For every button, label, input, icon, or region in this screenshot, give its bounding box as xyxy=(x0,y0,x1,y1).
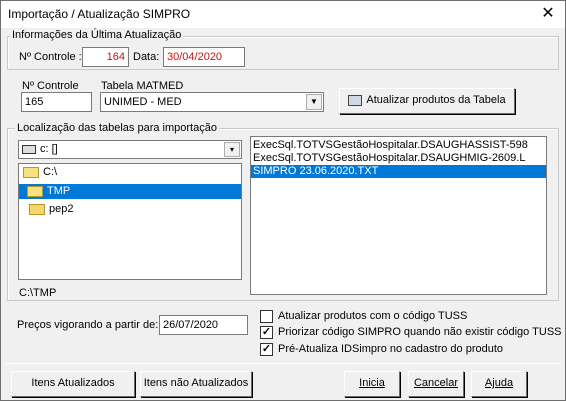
last-data-field: 30/04/2020 xyxy=(163,47,245,67)
file-list[interactable]: ExecSql.TOTVSGestãoHospitalar.DSAUGHASSI… xyxy=(250,136,547,295)
cancelar-label: Cancelar xyxy=(413,377,459,389)
file-item[interactable]: ExecSql.TOTVSGestãoHospitalar.DSAUGHASSI… xyxy=(251,139,546,152)
precos-label: Preços vigorando a partir de: xyxy=(17,319,159,331)
option-priorizar-checkbox[interactable]: ✓ xyxy=(260,326,273,339)
folder-label: pep2 xyxy=(49,203,74,215)
drive-select-value: c: [] xyxy=(40,143,58,155)
tabela-label: Tabela MATMED xyxy=(101,80,184,92)
close-icon[interactable]: ✕ xyxy=(531,1,565,28)
folder-icon xyxy=(29,203,45,215)
update-table-button-label: Atualizar produtos da Tabela xyxy=(366,94,506,106)
title-bar: Importação / Atualização SIMPRO ✕ xyxy=(1,1,565,28)
tabela-select[interactable]: UNIMED - MED ▼ xyxy=(100,92,324,112)
option-preatualiza-checkbox[interactable]: ✓ xyxy=(260,343,273,356)
drive-select[interactable]: c: [] ▾ xyxy=(18,140,242,159)
drive-icon xyxy=(22,144,36,154)
controle-field[interactable]: 165 xyxy=(21,92,92,112)
folder-label: C:\ xyxy=(43,166,58,178)
controle-label: Nº Controle xyxy=(22,80,79,92)
option-priorizar-label: Priorizar código SIMPRO quando não exist… xyxy=(278,326,562,338)
inicia-button[interactable]: Inicia xyxy=(344,371,400,397)
inicia-label: Inicia xyxy=(359,377,385,389)
open-folder-icon xyxy=(23,166,39,178)
chevron-down-icon[interactable]: ▼ xyxy=(306,94,322,110)
itens-nao-atualizados-button[interactable]: Itens não Atualizados xyxy=(140,371,252,397)
open-folder-icon xyxy=(27,185,43,197)
file-item[interactable]: ExecSql.TOTVSGestãoHospitalar.DSAUGHMIG-… xyxy=(251,152,546,165)
folder-tree[interactable]: C:\ TMP pep2 xyxy=(18,163,242,280)
divider xyxy=(5,363,561,364)
last-data-label: Data: xyxy=(133,51,160,63)
itens-atualizados-button[interactable]: Itens Atualizados xyxy=(11,371,135,397)
folder-item[interactable]: pep2 xyxy=(19,203,241,216)
folder-item[interactable]: C:\ xyxy=(19,166,241,179)
option-preatualiza-label: Pré-Atualiza IDSimpro no cadastro do pro… xyxy=(278,343,504,355)
last-controle-field: 164 xyxy=(82,47,129,67)
option-tuss-checkbox[interactable] xyxy=(260,310,273,323)
current-path: C:\TMP xyxy=(19,287,57,299)
window-title: Importação / Atualização SIMPRO xyxy=(8,7,191,21)
last-controle-label: Nº Controle : xyxy=(19,51,82,63)
chevron-down-icon[interactable]: ▾ xyxy=(224,142,240,157)
option-tuss-label: Atualizar produtos com o código TUSS xyxy=(278,310,468,322)
precos-date-field[interactable]: 26/07/2020 xyxy=(159,315,248,335)
last-update-legend: Informações da Última Atualização xyxy=(10,29,184,41)
import-dialog: Importação / Atualização SIMPRO ✕ Inform… xyxy=(0,0,566,401)
location-legend: Localização das tabelas para importação xyxy=(15,122,219,134)
ajuda-button[interactable]: Ajuda xyxy=(471,371,527,397)
file-item-selected[interactable]: SIMPRO 23.06.2020.TXT xyxy=(251,165,546,178)
update-table-button[interactable]: Atualizar produtos da Tabela xyxy=(339,88,515,114)
ajuda-label: Ajuda xyxy=(484,377,514,389)
folder-label: TMP xyxy=(47,185,71,197)
cancelar-button[interactable]: Cancelar xyxy=(408,371,464,397)
update-icon xyxy=(348,94,363,106)
tabela-select-value: UNIMED - MED xyxy=(104,96,182,108)
folder-item-selected[interactable]: TMP xyxy=(19,184,241,199)
